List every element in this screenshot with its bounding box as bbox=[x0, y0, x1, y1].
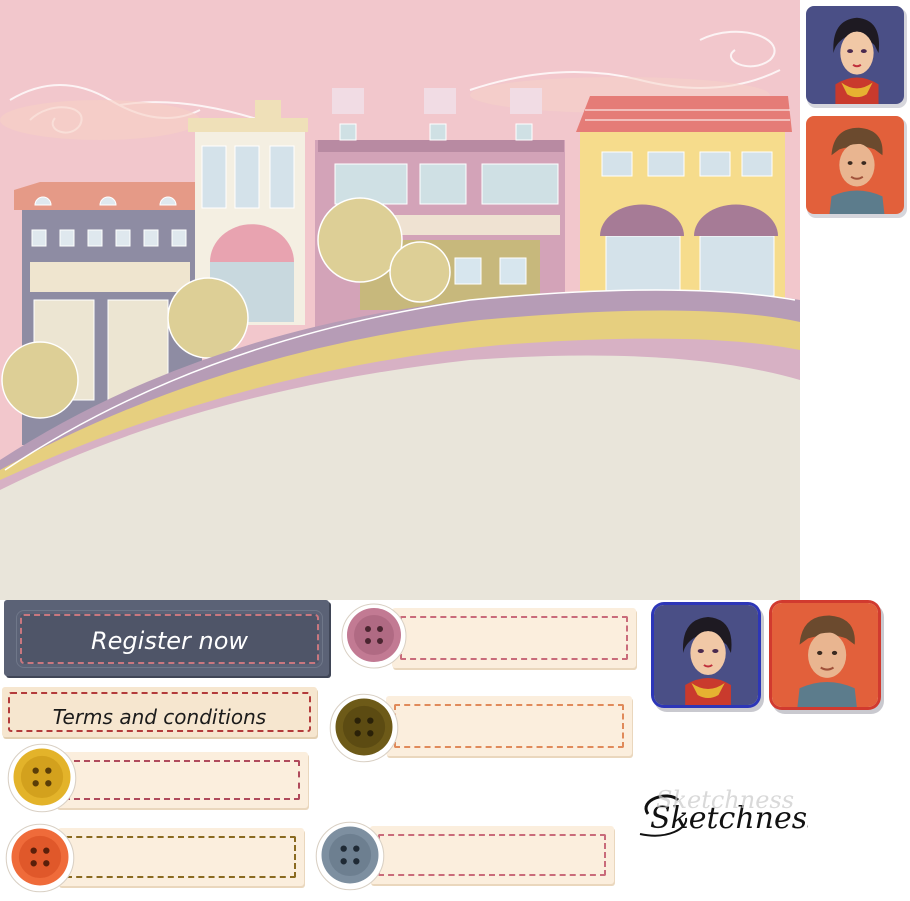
blue-sewing-button-icon[interactable] bbox=[312, 818, 388, 894]
orange-sewing-button-icon[interactable] bbox=[2, 820, 78, 896]
register-button-stitch: Register now bbox=[16, 610, 323, 668]
terms-button-stitch: Terms and conditions bbox=[8, 692, 311, 732]
text-slot-yellow[interactable] bbox=[56, 752, 308, 808]
male-avatar-icon[interactable] bbox=[806, 116, 904, 214]
female-avatar-framed-icon[interactable] bbox=[654, 605, 758, 705]
text-slot-pink[interactable] bbox=[392, 608, 636, 668]
terms-and-conditions-button[interactable]: Terms and conditions bbox=[2, 687, 317, 737]
sketchness-logo: Sketchness Sketchness bbox=[628, 770, 823, 850]
olive-sewing-button-icon[interactable] bbox=[326, 690, 402, 766]
text-slot-blue[interactable] bbox=[370, 826, 614, 884]
text-slot-orange[interactable] bbox=[58, 828, 304, 886]
text-slot-olive[interactable] bbox=[386, 696, 632, 756]
male-avatar-framed-icon[interactable] bbox=[772, 603, 878, 707]
terms-and-conditions-label: Terms and conditions bbox=[52, 705, 267, 729]
female-avatar-icon[interactable] bbox=[806, 6, 904, 104]
svg-text:Sketchness: Sketchness bbox=[656, 786, 794, 814]
city-scene-background bbox=[0, 0, 800, 600]
register-now-button[interactable]: Register now bbox=[4, 600, 329, 676]
pink-sewing-button-icon[interactable] bbox=[338, 600, 410, 672]
register-now-label: Register now bbox=[90, 627, 249, 655]
yellow-sewing-button-icon[interactable] bbox=[4, 740, 80, 816]
